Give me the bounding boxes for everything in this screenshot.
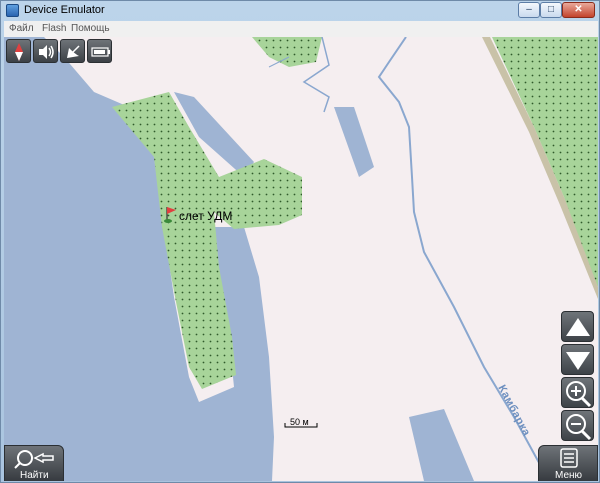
menu-file[interactable]: Файл: [9, 23, 34, 34]
speaker-icon: [39, 45, 54, 59]
menu-button[interactable]: Меню: [538, 445, 598, 481]
scroll-up-button[interactable]: [561, 311, 594, 342]
find-button[interactable]: Найти: [4, 445, 64, 481]
satellite-icon: [67, 45, 80, 58]
compass-button[interactable]: [6, 39, 31, 63]
device-screen: слет УДМ Камбарка 50 м Найти Меню: [4, 37, 598, 481]
battery-button[interactable]: [87, 39, 112, 63]
app-icon: [6, 4, 19, 17]
menu-bar: Файл Flash Помощь: [4, 21, 598, 37]
scroll-up-icon: [566, 318, 590, 336]
poi-label: слет УДМ: [179, 209, 233, 223]
menu-help[interactable]: Помощь: [71, 23, 110, 34]
sound-button[interactable]: [33, 39, 58, 63]
zoom-in-button[interactable]: [561, 377, 594, 408]
maximize-button[interactable]: □: [540, 2, 562, 18]
window-title: Device Emulator: [24, 4, 105, 16]
menu-label: Меню: [555, 470, 583, 481]
zoom-out-button[interactable]: [561, 410, 594, 441]
find-label: Найти: [20, 470, 49, 481]
scale-label: 50 м: [290, 417, 309, 427]
gps-button[interactable]: [60, 39, 85, 63]
zoom-in-icon: [566, 381, 592, 408]
zoom-out-icon: [566, 414, 592, 441]
scroll-down-icon: [566, 352, 590, 370]
scroll-down-button[interactable]: [561, 344, 594, 375]
emulator-window: Device Emulator – □ ✕ Файл Flash Помощь: [0, 0, 600, 483]
battery-icon: [91, 47, 110, 57]
close-button[interactable]: ✕: [562, 2, 595, 18]
minimize-button[interactable]: –: [518, 2, 540, 18]
flag-icon[interactable]: [164, 205, 178, 223]
compass-icon: [15, 43, 23, 61]
menu-flash[interactable]: Flash: [42, 23, 66, 34]
title-bar[interactable]: Device Emulator – □ ✕: [1, 1, 599, 21]
